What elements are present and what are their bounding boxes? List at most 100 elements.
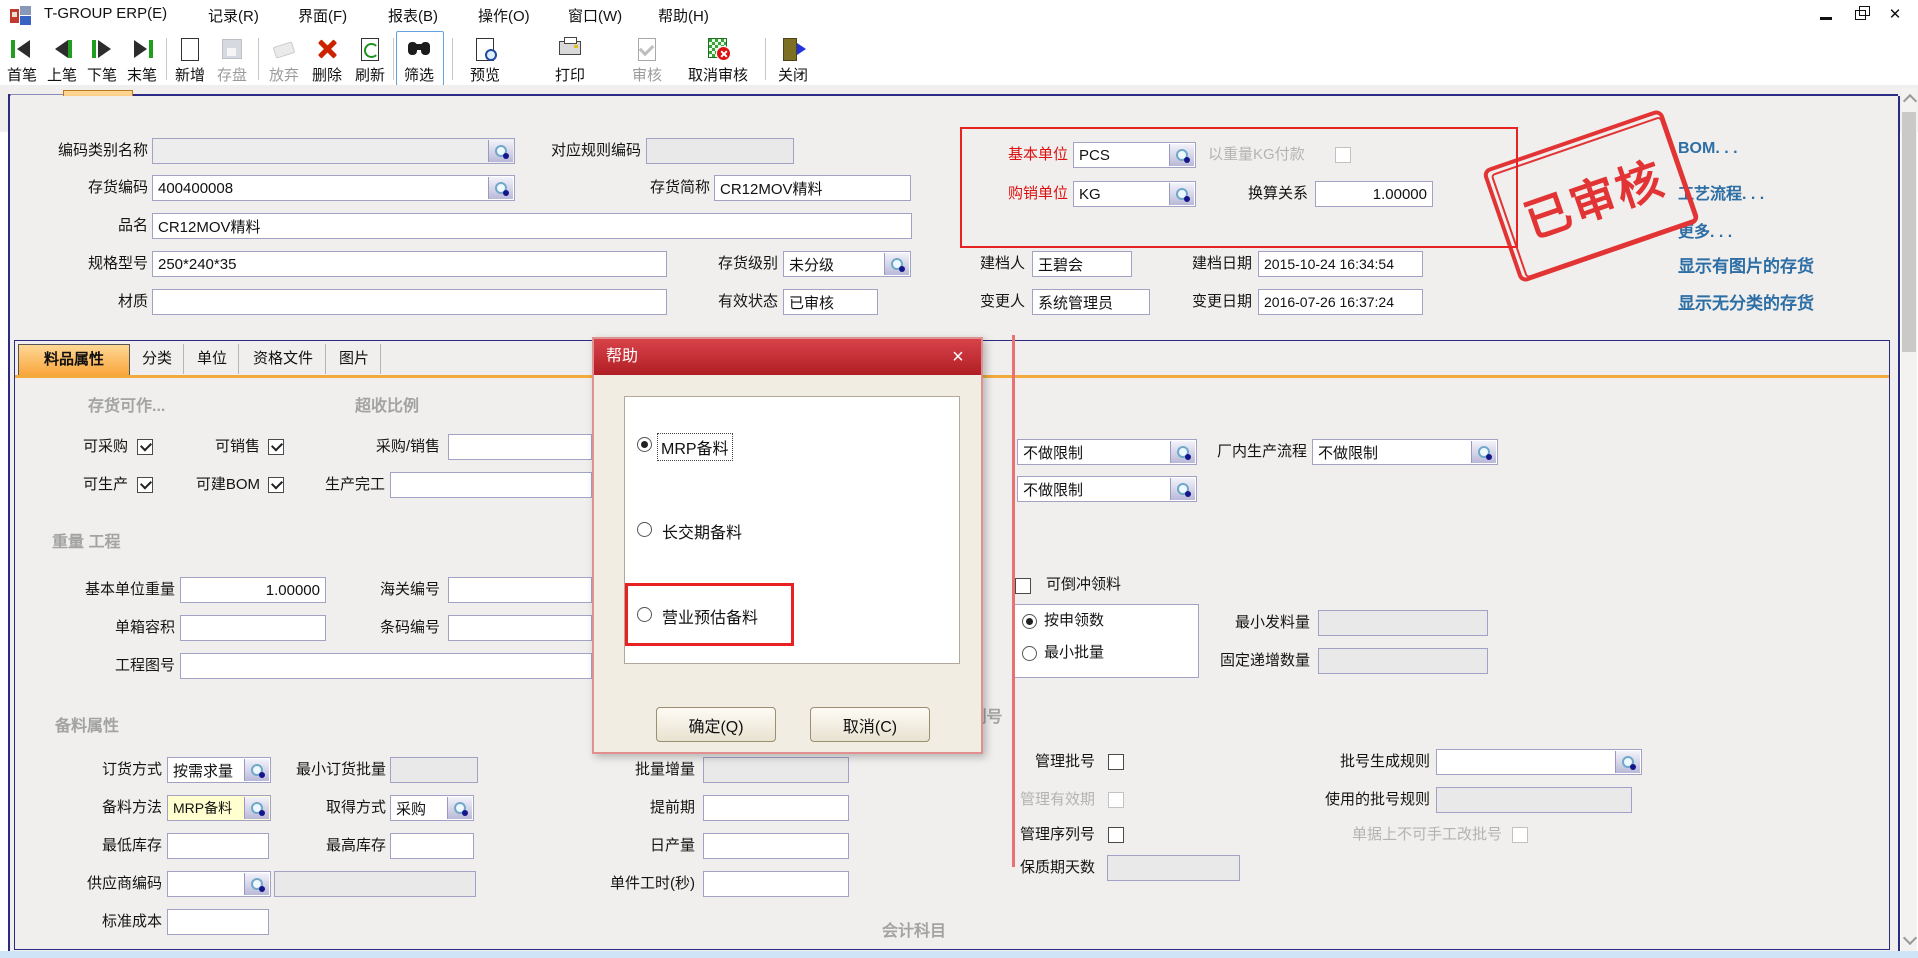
dialog-cancel-button[interactable]: 取消(C) [810, 707, 930, 742]
base-weight-input[interactable]: 1.00000 [180, 577, 326, 603]
base-unit-input[interactable]: PCS [1073, 142, 1196, 168]
conversion-input[interactable]: 1.00000 [1315, 181, 1433, 207]
toolbar-unaudit-button[interactable]: 取消审核 [696, 32, 740, 84]
level-input[interactable]: 未分级 [783, 251, 911, 277]
box-volume-input[interactable] [180, 615, 326, 641]
purchase-sale-input[interactable] [448, 434, 592, 460]
menu-action[interactable]: 操作(O) [478, 5, 530, 26]
stock-method-input[interactable]: MRP备料 [167, 795, 271, 821]
backflush-checkbox[interactable] [1015, 578, 1031, 594]
by-apply-radio[interactable] [1022, 614, 1037, 629]
batch-rule-input[interactable] [1436, 749, 1642, 775]
restore-button[interactable] [1846, 4, 1876, 26]
acquire-mode-input[interactable]: 采购 [390, 795, 474, 821]
lead-time-input[interactable] [703, 795, 849, 821]
manage-batch-checkbox[interactable] [1108, 754, 1124, 770]
by-min-batch-radio[interactable] [1022, 646, 1037, 661]
can-produce-checkbox[interactable] [137, 477, 153, 493]
item-code-input[interactable]: 400400008 [152, 175, 515, 201]
delete-icon [314, 36, 340, 62]
subtab-item-attributes[interactable]: 料品属性 [18, 344, 130, 376]
lookup-icon[interactable] [1169, 183, 1194, 205]
menu-record[interactable]: 记录(R) [208, 5, 259, 26]
material-input[interactable] [152, 289, 667, 315]
annotation-line [1012, 335, 1015, 867]
restriction-input-1[interactable]: 不做限制 [1017, 439, 1197, 465]
link-show-with-image[interactable]: 显示有图片的存货 [1678, 252, 1814, 277]
dialog-option-mrp[interactable]: MRP备料 [658, 434, 732, 460]
label-can-produce: 可生产 [58, 472, 128, 498]
restriction-input-2[interactable]: 不做限制 [1017, 476, 1197, 502]
lookup-icon[interactable] [1615, 751, 1640, 773]
subtab-unit[interactable]: 单位 [186, 344, 239, 374]
spec-input[interactable]: 250*240*35 [152, 251, 667, 277]
daily-output-input[interactable] [703, 833, 849, 859]
subtab-category[interactable]: 分类 [131, 344, 184, 374]
supplier-code-input[interactable] [167, 871, 271, 897]
toolbar-preview-button[interactable]: 预览 [463, 32, 507, 84]
dialog-radio-long-lead[interactable] [637, 522, 652, 537]
toolbar-close-button[interactable]: 关闭 [771, 32, 815, 84]
can-bom-checkbox[interactable] [268, 477, 284, 493]
dialog-option-business-forecast[interactable]: 营业预估备料 [662, 604, 758, 628]
modifier-input: 系统管理员 [1032, 289, 1150, 315]
trade-unit-input[interactable]: KG [1073, 181, 1196, 207]
scrollbar-thumb[interactable] [1902, 112, 1916, 352]
lookup-icon[interactable] [488, 177, 513, 199]
customs-code-input[interactable] [448, 577, 592, 603]
label-std-cost: 标准成本 [98, 909, 162, 935]
label-drawing-no: 工程图号 [85, 653, 175, 679]
lookup-icon[interactable] [244, 759, 269, 781]
prod-finish-input[interactable] [390, 472, 592, 498]
item-abbr-input[interactable]: CR12MOV精料 [714, 175, 911, 201]
menu-report[interactable]: 报表(B) [388, 5, 438, 26]
manage-serial-checkbox[interactable] [1108, 827, 1124, 843]
toolbar-print-button[interactable]: 打印 [548, 32, 592, 84]
barcode-input[interactable] [448, 615, 592, 641]
menu-window[interactable]: 窗口(W) [568, 5, 622, 26]
label-box-volume: 单箱容积 [85, 615, 175, 641]
section-weight-eng: 重量 工程 [52, 528, 120, 552]
code-category-input[interactable] [152, 138, 515, 164]
lookup-icon[interactable] [447, 797, 472, 819]
minimize-button[interactable] [1812, 4, 1842, 26]
vertical-scrollbar[interactable] [1901, 88, 1917, 951]
scroll-down-icon[interactable] [1903, 931, 1917, 945]
lookup-icon[interactable] [1471, 441, 1496, 463]
dialog-radio-business-forecast[interactable] [637, 607, 652, 622]
order-mode-input[interactable]: 按需求量 [167, 757, 271, 783]
link-show-unclassified[interactable]: 显示无分类的存货 [1678, 289, 1814, 314]
min-stock-input[interactable] [167, 833, 269, 859]
lookup-icon[interactable] [244, 797, 269, 819]
lookup-icon[interactable] [488, 140, 513, 162]
can-sell-checkbox[interactable] [268, 439, 284, 455]
lookup-icon[interactable] [1170, 478, 1195, 500]
subtab-image[interactable]: 图片 [328, 344, 381, 374]
unit-hours-input[interactable] [703, 871, 849, 897]
lookup-icon[interactable] [1170, 441, 1195, 463]
dialog-radio-mrp[interactable] [637, 437, 652, 452]
factory-flow-input[interactable]: 不做限制 [1312, 439, 1498, 465]
lookup-icon[interactable] [884, 253, 909, 275]
max-stock-input[interactable] [390, 833, 474, 859]
subtab-qualification[interactable]: 资格文件 [241, 344, 326, 374]
dialog-ok-button[interactable]: 确定(Q) [656, 707, 776, 742]
menu-help[interactable]: 帮助(H) [658, 5, 709, 26]
lookup-icon[interactable] [1169, 144, 1194, 166]
dialog-option-long-lead[interactable]: 长交期备料 [662, 519, 742, 543]
can-buy-checkbox[interactable] [137, 439, 153, 455]
close-button[interactable]: ✕ [1880, 4, 1910, 26]
label-max-stock: 最高库存 [316, 833, 386, 859]
item-name-input[interactable]: CR12MOV精料 [152, 213, 912, 239]
drawing-no-input[interactable] [180, 653, 592, 679]
label-can-buy: 可采购 [58, 434, 128, 460]
std-cost-input[interactable] [167, 909, 269, 935]
lookup-icon[interactable] [244, 873, 269, 895]
menu-app[interactable]: T-GROUP ERP(E) [44, 5, 167, 22]
scroll-up-icon[interactable] [1903, 94, 1917, 108]
link-bom[interactable]: BOM. . . [1678, 140, 1738, 158]
menu-view[interactable]: 界面(F) [298, 5, 347, 26]
toolbar-filter-button[interactable]: 筛选 [397, 32, 441, 84]
dialog-close-icon[interactable]: × [945, 339, 971, 375]
label-level: 存货级别 [690, 251, 778, 277]
